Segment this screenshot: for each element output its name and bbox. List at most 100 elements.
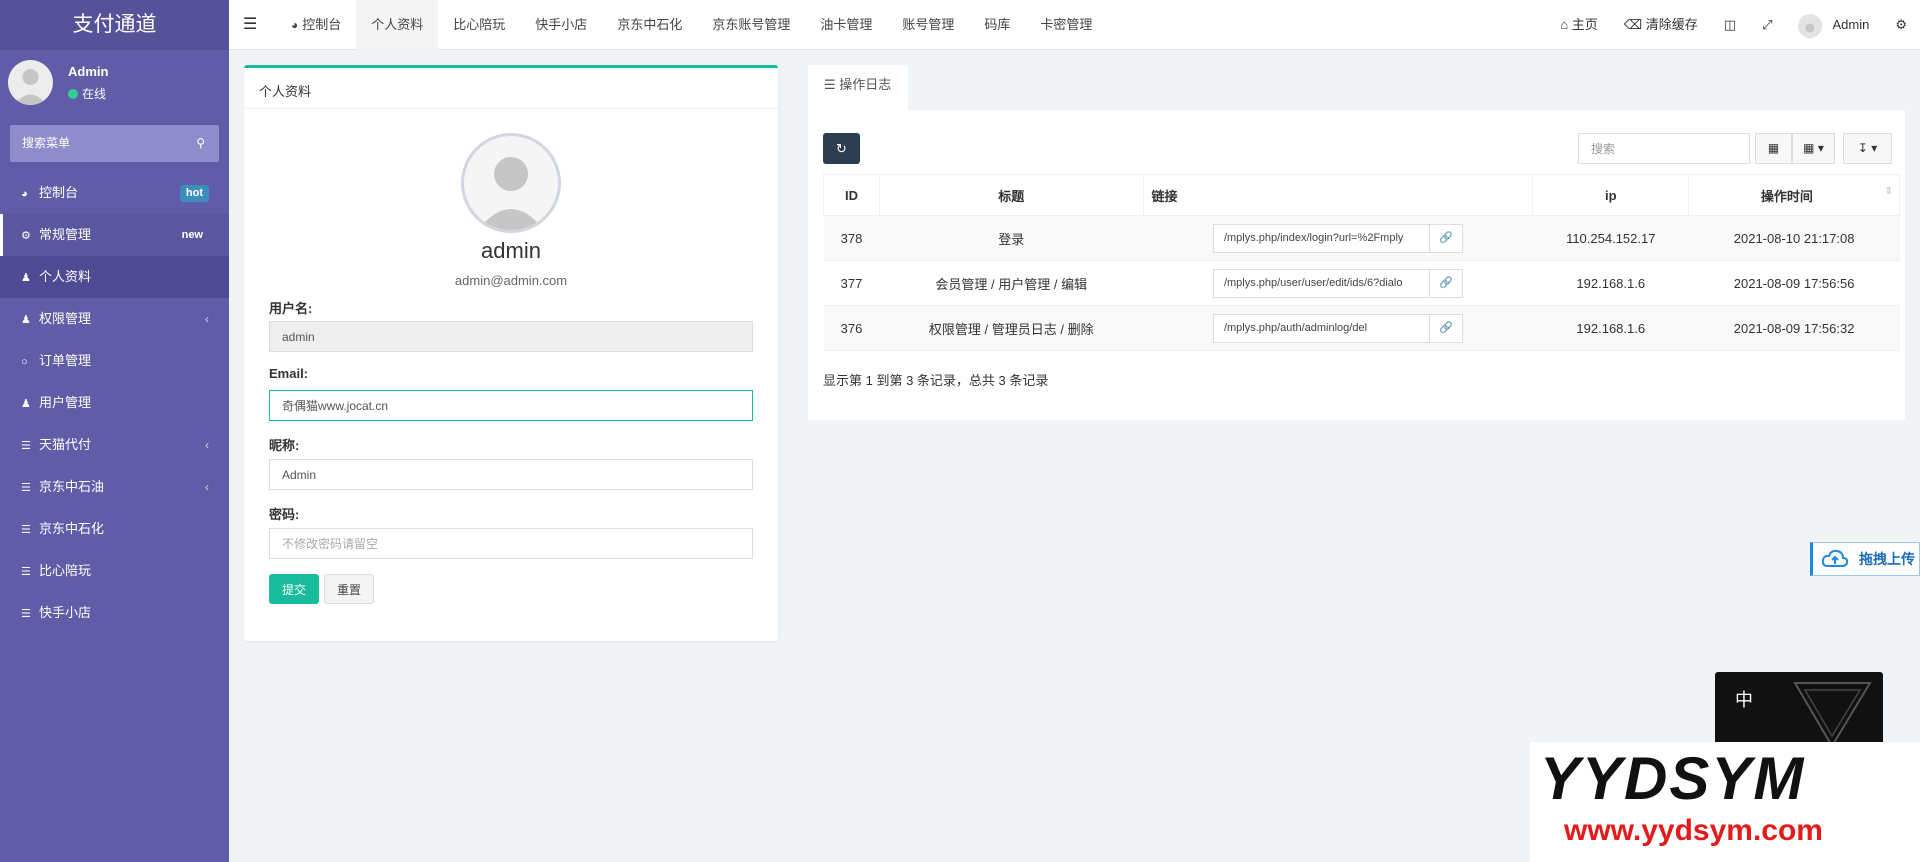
fullscreen-icon[interactable]: ⤢ <box>1749 0 1785 50</box>
chevron-left-icon: ‹ <box>205 480 209 494</box>
tab-label: 快手小店 <box>535 17 588 32</box>
tab-label: 账号管理 <box>902 17 955 32</box>
tab-code-library[interactable]: 码库 <box>969 0 1025 50</box>
col-id[interactable]: ID <box>823 174 880 216</box>
menu-search[interactable]: 搜索菜单 ⚲ <box>10 125 219 162</box>
tab-dashboard[interactable]: ◕ 控制台 <box>276 0 356 50</box>
username-label: 用户名: <box>269 301 313 316</box>
sidebar-item-label: 控制台 <box>39 185 79 200</box>
cloud-upload-icon <box>1821 548 1849 571</box>
tab-label: 京东账号管理 <box>712 17 791 32</box>
chevron-left-icon: ‹ <box>205 438 209 452</box>
sidebar-item-users[interactable]: ♟ 用户管理 <box>0 382 229 424</box>
sidebar-item-permissions[interactable]: ♟ 权限管理 ‹ <box>0 298 229 340</box>
sidebar-item-orders[interactable]: ○ 订单管理 <box>0 340 229 382</box>
tab-kuaishou[interactable]: 快手小店 <box>520 0 602 50</box>
cell-id: 378 <box>823 215 880 261</box>
clear-cache-label: 清除缓存 <box>1645 17 1698 32</box>
profile-card-title: 个人资料 <box>259 84 312 99</box>
link-group: /mplys.php/index/login?url=%2Fmply 🔗 <box>1212 223 1463 253</box>
sidebar-item-dashboard[interactable]: ◕ 控制台 hot <box>0 172 229 214</box>
col-title[interactable]: 标题 <box>878 174 1144 216</box>
link-group: /mplys.php/auth/adminlog/del 🔗 <box>1212 313 1463 343</box>
password-field[interactable] <box>269 528 753 559</box>
cell-time: 2021-08-09 17:56:56 <box>1688 260 1900 306</box>
cell-ip[interactable]: 110.254.152.17 <box>1532 215 1689 261</box>
tab-label: 京东中石化 <box>617 17 683 32</box>
tab-operation-log[interactable]: ☰ 操作日志 <box>808 65 908 110</box>
nickname-label: 昵称: <box>269 438 300 453</box>
username-field[interactable] <box>269 321 753 352</box>
tab-card-secrets[interactable]: 卡密管理 <box>1025 0 1107 50</box>
columns-button[interactable]: ▦ ▾ <box>1792 133 1835 164</box>
col-time[interactable]: 操作时间 ⇕ <box>1688 174 1900 216</box>
tab-jd-accounts[interactable]: 京东账号管理 <box>697 0 805 50</box>
translate-icon[interactable]: ◫ <box>1711 0 1749 50</box>
app-logo[interactable]: 支付通道 <box>0 0 229 50</box>
link-text[interactable]: /mplys.php/auth/adminlog/del <box>1212 313 1430 343</box>
link-icon[interactable]: 🔗 <box>1429 268 1463 298</box>
group-icon: ♟ <box>21 314 31 326</box>
export-button[interactable]: ↧ ▾ <box>1843 133 1892 164</box>
sidebar-item-tmall[interactable]: ☰ 天猫代付 ‹ <box>0 424 229 466</box>
reset-button[interactable]: 重置 <box>324 574 374 604</box>
link-text[interactable]: /mplys.php/user/user/edit/ids/6?dialo <box>1212 268 1430 298</box>
user-menu[interactable]: Admin <box>1785 0 1882 50</box>
tab-oil-cards[interactable]: 油卡管理 <box>805 0 887 50</box>
sidebar-item-label: 订单管理 <box>39 353 92 368</box>
cell-ip[interactable]: 192.168.1.6 <box>1532 260 1689 306</box>
sidebar-item-jd-petro[interactable]: ☰ 京东中石油 ‹ <box>0 466 229 508</box>
settings-icon[interactable]: ⚙ <box>1882 0 1920 50</box>
tab-jd-sinopec[interactable]: 京东中石化 <box>602 0 697 50</box>
cell-ip[interactable]: 192.168.1.6 <box>1532 305 1689 351</box>
sidebar-item-profile[interactable]: ♟ 个人资料 <box>0 256 229 298</box>
email-field[interactable] <box>269 390 753 421</box>
link-group: /mplys.php/user/user/edit/ids/6?dialo 🔗 <box>1212 268 1463 298</box>
col-ip[interactable]: ip <box>1532 174 1690 216</box>
user-menu-label: Admin <box>1832 17 1870 32</box>
sidebar-item-general[interactable]: ⚙ 常规管理 new <box>0 214 229 256</box>
col-link[interactable]: 链接 <box>1142 174 1534 216</box>
chevron-left-icon: ‹ <box>205 312 209 326</box>
tab-label: 码库 <box>984 17 1011 32</box>
drag-upload-widget[interactable]: 拖拽上传 <box>1810 542 1920 576</box>
log-card: ↻ ▦ ▦ ▾ ↧ ▾ ID 标题 链接 ip 操作时间 ⇕ 378 登录 /m… <box>808 110 1905 420</box>
menu-toggle-icon[interactable]: ☰ <box>243 0 257 50</box>
export-icon: ↧ <box>1857 141 1868 155</box>
tab-profile[interactable]: 个人资料 <box>356 0 439 50</box>
cell-time: 2021-08-09 17:56:32 <box>1688 305 1900 351</box>
clear-cache-button[interactable]: ⌫ 清除缓存 <box>1611 0 1711 50</box>
sidebar-item-bixin[interactable]: ☰ 比心陪玩 <box>0 550 229 592</box>
toggle-view-button[interactable]: ▦ <box>1755 133 1792 164</box>
menu-search-placeholder: 搜索菜单 <box>22 136 71 150</box>
cell-id: 377 <box>823 260 880 306</box>
sidebar-item-jd-sinopec[interactable]: ☰ 京东中石化 <box>0 508 229 550</box>
divider <box>244 108 778 109</box>
sidebar-item-kuaishou[interactable]: ☰ 快手小店 <box>0 592 229 634</box>
tab-bixin[interactable]: 比心陪玩 <box>438 0 520 50</box>
sidebar-item-label: 快手小店 <box>39 605 92 620</box>
refresh-button[interactable]: ↻ <box>823 133 860 164</box>
tab-label: 油卡管理 <box>820 17 873 32</box>
tab-label: 操作日志 <box>839 77 892 92</box>
profile-avatar[interactable] <box>461 133 561 233</box>
link-text[interactable]: /mplys.php/index/login?url=%2Fmply <box>1212 223 1430 253</box>
submit-button[interactable]: 提交 <box>269 574 319 604</box>
table-row: 376 权限管理 / 管理员日志 / 删除 /mplys.php/auth/ad… <box>823 305 1900 351</box>
search-icon[interactable]: ⚲ <box>196 125 205 162</box>
profile-card: 个人资料 admin admin@admin.com 用户名: Email: 昵… <box>244 65 778 641</box>
watermark-badge: 中 <box>1715 672 1883 752</box>
user-panel: Admin 在线 <box>0 50 229 124</box>
tab-label: 比心陪玩 <box>453 17 506 32</box>
tab-label: 卡密管理 <box>1040 17 1093 32</box>
sidebar-menu: ◕ 控制台 hot ⚙ 常规管理 new ♟ 个人资料 ♟ 权限管理 ‹ ○ 订单管理 ♟ 用户管… <box>0 172 229 634</box>
home-link[interactable]: ⌂ 主页 <box>1547 0 1611 50</box>
link-icon[interactable]: 🔗 <box>1429 313 1463 343</box>
upload-label: 拖拽上传 <box>1859 551 1915 567</box>
link-icon[interactable]: 🔗 <box>1429 223 1463 253</box>
pagination-summary: 显示第 1 到第 3 条记录，总共 3 条记录 <box>823 373 1049 388</box>
nickname-field[interactable] <box>269 459 753 490</box>
tab-accounts[interactable]: 账号管理 <box>887 0 969 50</box>
list-icon: ☰ <box>21 524 31 536</box>
log-search-input[interactable] <box>1578 133 1750 164</box>
